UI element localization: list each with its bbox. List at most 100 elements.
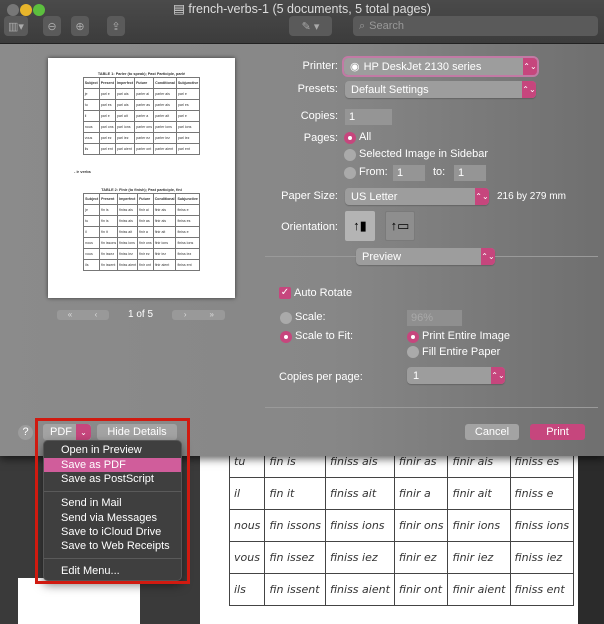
scale-to-fit-label: Scale to Fit: bbox=[295, 330, 354, 342]
table-cell: il bbox=[228, 477, 266, 510]
table-cell: vous bbox=[228, 541, 266, 574]
table-row: nous fin issons finiss ions finir ons finir … bbox=[83, 237, 200, 249]
copies-input[interactable]: 1 bbox=[345, 109, 392, 125]
presets-label: Presets: bbox=[297, 83, 338, 95]
table-cell: finir ont bbox=[393, 573, 449, 606]
presets-value: Default Settings bbox=[351, 83, 429, 96]
table-cell: je bbox=[83, 204, 101, 216]
app-section-select[interactable]: Preview ⌃⌄ bbox=[356, 248, 495, 265]
table-cell: parl es bbox=[98, 99, 116, 111]
table2-title: TABLE 2: Finir (to finish); Past partici… bbox=[101, 188, 182, 192]
print-entire-image-radio[interactable] bbox=[407, 331, 419, 343]
first-page-button[interactable]: « bbox=[57, 310, 83, 320]
pages-from-radio[interactable] bbox=[344, 167, 356, 179]
table-cell: parl e bbox=[98, 88, 116, 100]
presets-select[interactable]: Default Settings ⌃⌄ bbox=[345, 81, 536, 98]
table-cell: finiss ais bbox=[117, 215, 139, 227]
chevron-updown-icon: ⌃⌄ bbox=[491, 367, 505, 384]
table-cell: finiss aient bbox=[324, 573, 395, 606]
portrait-orientation-button[interactable]: ↑▮ bbox=[345, 211, 375, 241]
column-header: Imperfect bbox=[114, 77, 136, 89]
sidebar-thumbnail[interactable] bbox=[18, 578, 140, 624]
table-cell: ils bbox=[82, 143, 100, 155]
table-row: vous fin issez finiss iez finir ez finir iez… bbox=[83, 248, 200, 260]
pages-selected-radio[interactable] bbox=[344, 149, 356, 161]
table-cell: parl ez bbox=[98, 132, 116, 144]
print-dialog: TABLE 1: Parler (to speak); Past Partici… bbox=[0, 44, 604, 456]
table-cell: ils bbox=[83, 259, 101, 271]
from-input[interactable]: 1 bbox=[393, 165, 425, 181]
to-input[interactable]: 1 bbox=[454, 165, 486, 181]
copies-per-page-value: 1 bbox=[413, 369, 420, 382]
cancel-button[interactable]: Cancel bbox=[465, 424, 519, 440]
scale-radio[interactable] bbox=[280, 312, 292, 324]
table-cell: parl e bbox=[175, 110, 201, 122]
scale-input[interactable]: 96% bbox=[407, 310, 462, 326]
fill-entire-paper-radio[interactable] bbox=[407, 346, 419, 358]
table-cell: nous bbox=[83, 237, 101, 249]
pages-all-radio[interactable] bbox=[344, 132, 356, 144]
table-cell: finir ions bbox=[447, 509, 511, 542]
table-cell: parl ent bbox=[175, 143, 201, 155]
landscape-orientation-button[interactable]: ↑▭ bbox=[385, 211, 415, 241]
column-header: Future bbox=[134, 77, 155, 89]
prev-page-button[interactable]: ‹ bbox=[83, 310, 109, 320]
print-preview-page: TABLE 1: Parler (to speak); Past Partici… bbox=[48, 58, 235, 298]
printer-select[interactable]: ◉ HP DeskJet 2130 series ⌃⌄ bbox=[342, 56, 539, 77]
auto-rotate-label: Auto Rotate bbox=[294, 287, 353, 299]
sidebar-toggle-button[interactable]: ▥▾ bbox=[4, 16, 28, 36]
markup-pen-button[interactable]: ✎ ▾ bbox=[289, 16, 332, 36]
table-cell: parl ait bbox=[114, 110, 136, 122]
window-title: french-verbs-1 (5 documents, 5 total pag… bbox=[188, 2, 431, 16]
chevron-updown-icon: ⌃⌄ bbox=[475, 188, 489, 205]
table-header-row: Subject Present Imperfect Future Conditional… bbox=[82, 77, 201, 89]
table-cell: je bbox=[82, 88, 100, 100]
table-row: je parl e parl ais parler ai parler ais parl … bbox=[82, 88, 201, 100]
printer-icon: ◉ bbox=[350, 61, 360, 73]
next-page-button[interactable]: › bbox=[172, 310, 199, 320]
search-field[interactable]: ⌕ bbox=[353, 16, 598, 36]
table-cell: parl ais bbox=[114, 99, 136, 111]
table-cell: parl ions bbox=[114, 121, 136, 133]
table-cell: parl es bbox=[175, 99, 201, 111]
table-cell: parl ent bbox=[98, 143, 116, 155]
help-button[interactable]: ? bbox=[18, 425, 33, 440]
search-input[interactable] bbox=[369, 20, 570, 32]
table-row: ils fin issent finiss aient finir ont finir … bbox=[228, 573, 575, 606]
last-page-button[interactable]: » bbox=[199, 310, 226, 320]
to-label: to: bbox=[433, 166, 446, 178]
column-header: Subjunctive bbox=[175, 77, 201, 89]
pages-selected-label: Selected Image in Sidebar bbox=[359, 148, 489, 160]
zoom-in-button[interactable]: ⊕ bbox=[71, 16, 89, 36]
zoom-out-button[interactable]: ⊖ bbox=[43, 16, 61, 36]
table-cell: finir aient bbox=[447, 573, 511, 606]
table-row: nous fin issons finiss ions finir ons finir … bbox=[228, 509, 575, 542]
table-cell: parler ez bbox=[134, 132, 155, 144]
table-row: tu parl es parl ais parler as parler ais parl… bbox=[82, 99, 201, 111]
paper-size-select[interactable]: US Letter ⌃⌄ bbox=[345, 188, 489, 205]
scale-to-fit-radio[interactable] bbox=[280, 331, 292, 343]
app-section-value: Preview bbox=[362, 250, 402, 263]
auto-rotate-checkbox[interactable]: ✓ bbox=[279, 287, 291, 299]
table-cell: parl ons bbox=[98, 121, 116, 133]
share-button[interactable]: ⇪ bbox=[107, 16, 125, 36]
table-cell: finir iez bbox=[447, 541, 511, 574]
copies-per-page-select[interactable]: 1 ⌃⌄ bbox=[407, 367, 505, 384]
column-header: Conditional bbox=[153, 77, 177, 89]
print-button[interactable]: Print bbox=[530, 424, 585, 440]
table-cell: finir ont bbox=[137, 259, 154, 271]
page-nav-forward[interactable]: ›» bbox=[172, 310, 225, 320]
section-heading: - ir verbs bbox=[74, 169, 91, 174]
table-cell: parler a bbox=[134, 110, 155, 122]
table-cell: tu bbox=[82, 99, 100, 111]
table-row: ils fin issent finiss aient finir ont finir … bbox=[83, 259, 200, 271]
table-cell: finiss ait bbox=[117, 226, 139, 238]
table-cell: parl e bbox=[175, 88, 201, 100]
divider bbox=[265, 407, 598, 408]
table-cell: finiss ent bbox=[175, 259, 200, 271]
table-cell: ils bbox=[228, 573, 266, 606]
table-cell: finir a bbox=[137, 226, 154, 238]
table-cell: finir ait bbox=[152, 226, 177, 238]
page-nav-back[interactable]: «‹ bbox=[57, 310, 109, 320]
window-title-area: ▤ french-verbs-1 (5 documents, 5 total p… bbox=[0, 1, 604, 16]
